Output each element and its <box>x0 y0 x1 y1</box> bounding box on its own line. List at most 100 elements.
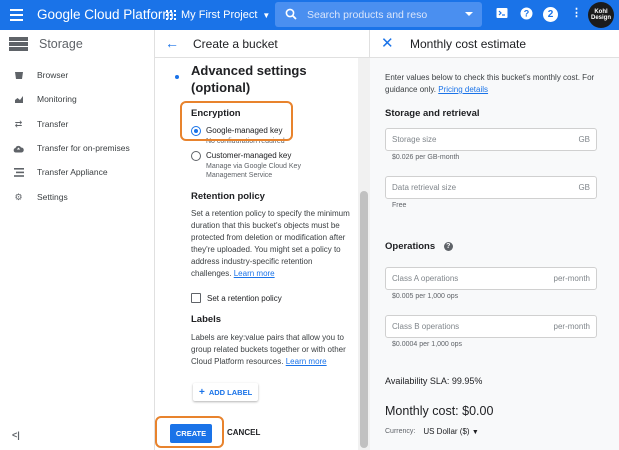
advanced-settings-title[interactable]: Advanced settings (optional) <box>191 62 307 96</box>
class-a-field[interactable]: per-month <box>385 267 597 290</box>
add-label-text: ADD LABEL <box>208 387 253 397</box>
labels-learn-more-link[interactable]: Learn more <box>286 357 327 366</box>
retention-policy-checkbox[interactable]: Set a retention policy <box>191 293 282 303</box>
pricing-details-link[interactable]: Pricing details <box>438 85 488 94</box>
sidebar-title: Storage <box>39 37 83 51</box>
scrollbar-thumb[interactable] <box>360 191 368 448</box>
close-icon[interactable]: ✕ <box>381 34 394 52</box>
back-arrow-icon[interactable]: ← <box>165 35 179 51</box>
currency-select[interactable]: US Dollar ($) ▼ <box>423 427 478 436</box>
sidebar: Storage Browser Monitoring ⇄ Transfer Tr… <box>0 30 155 450</box>
cost-estimate-panel: ✕ Monthly cost estimate Enter values bel… <box>370 30 619 450</box>
labels-description: Labels are key:value pairs that allow yo… <box>191 332 353 368</box>
collapse-sidebar-icon[interactable]: <| <box>12 430 20 440</box>
cost-intro-text: Enter values below to check this bucket'… <box>385 73 595 94</box>
notifications-badge[interactable]: 2 <box>543 7 558 22</box>
sidebar-item-transfer-on-premises[interactable]: Transfer for on-premises <box>0 137 155 159</box>
checkbox-unchecked-icon[interactable] <box>191 293 201 303</box>
create-highlight-box <box>155 416 224 448</box>
labels-title: Labels <box>191 314 222 325</box>
sidebar-item-label: Transfer <box>37 119 69 129</box>
sidebar-item-browser[interactable]: Browser <box>0 64 155 86</box>
radio-sub-label: Manage via Google Cloud Key Management S… <box>206 162 301 180</box>
search-dropdown-icon[interactable] <box>464 9 474 19</box>
operations-title: Operations ? <box>385 241 453 252</box>
unit-label: GB <box>578 135 590 144</box>
cost-intro: Enter values below to check this bucket'… <box>385 72 605 96</box>
cloud-shell-icon[interactable] <box>496 7 508 22</box>
availability-sla: Availability SLA: 99.95% <box>385 376 483 386</box>
storage-logo-icon <box>9 37 28 51</box>
bucket-icon <box>0 70 37 80</box>
search-input[interactable] <box>307 6 437 23</box>
help-icon[interactable]: ? <box>443 241 453 251</box>
avatar[interactable]: Kohl Design <box>588 2 614 28</box>
cost-panel-title: Monthly cost estimate <box>410 37 527 51</box>
retention-policy-description: Set a retention policy to specify the mi… <box>191 208 353 280</box>
radio-customer-managed-key[interactable]: Customer-managed key <box>191 151 291 161</box>
encryption-highlight-box <box>180 101 293 141</box>
retention-policy-title: Retention policy <box>191 191 265 202</box>
search-icon <box>285 8 297 20</box>
avatar-text: Kohl Design <box>590 9 611 21</box>
panel-scrollbar[interactable] <box>358 58 370 450</box>
cost-estimate-body: Enter values below to check this bucket'… <box>370 58 619 450</box>
app-title[interactable]: Google Cloud Platform <box>37 7 174 22</box>
sidebar-header: Storage <box>0 30 154 58</box>
class-b-input[interactable] <box>392 322 512 331</box>
retention-learn-more-link[interactable]: Learn more <box>234 269 275 278</box>
advanced-title-line: (optional) <box>191 80 251 95</box>
more-vert-icon[interactable]: ⋮ <box>571 6 582 19</box>
storage-size-field[interactable]: GB <box>385 128 597 151</box>
project-dots-icon <box>166 10 176 20</box>
create-bucket-panel: ← Create a bucket Advanced settings (opt… <box>155 30 370 450</box>
sidebar-item-label: Browser <box>37 70 69 80</box>
advanced-title-line: Advanced settings <box>191 63 307 78</box>
storage-size-input[interactable] <box>392 135 512 144</box>
storage-price-hint: $0.026 per GB-month <box>392 154 460 161</box>
class-a-price-hint: $0.005 per 1,000 ops <box>392 293 459 300</box>
monthly-cost-total: Monthly cost: $0.00 <box>385 404 494 418</box>
panel-title: Create a bucket <box>193 37 278 51</box>
project-selector[interactable]: My First Project ▼ <box>166 6 270 24</box>
cancel-button[interactable]: CANCEL <box>227 428 260 437</box>
radio-sub-line: Management Service <box>206 172 273 179</box>
storage-retrieval-title: Storage and retrieval <box>385 108 480 119</box>
hamburger-menu-icon[interactable] <box>8 6 26 24</box>
currency-value: US Dollar ($) <box>423 427 470 436</box>
radio-unselected-icon[interactable] <box>191 151 201 161</box>
retrieval-size-field[interactable]: GB <box>385 176 597 199</box>
top-app-bar: Google Cloud Platform My First Project ▼… <box>0 0 619 30</box>
step-indicator-dot <box>175 75 179 79</box>
currency-row: Currency: US Dollar ($) ▼ <box>385 427 479 436</box>
sidebar-item-monitoring[interactable]: Monitoring <box>0 88 155 110</box>
unit-label: per-month <box>553 322 590 331</box>
retrieval-price-hint: Free <box>392 202 407 209</box>
help-icon[interactable]: ? <box>520 7 533 23</box>
sidebar-item-label: Transfer for on-premises <box>37 143 130 153</box>
add-label-button[interactable]: + ADD LABEL <box>193 383 259 401</box>
retrieval-size-input[interactable] <box>392 183 512 192</box>
class-a-input[interactable] <box>392 274 512 283</box>
unit-label: GB <box>578 183 590 192</box>
radio-label: Customer-managed key <box>206 151 292 160</box>
cost-estimate-header: ✕ Monthly cost estimate <box>370 30 619 58</box>
currency-label: Currency: <box>385 428 416 435</box>
checkbox-label: Set a retention policy <box>207 293 282 303</box>
transfer-arrows-icon: ⇄ <box>14 118 23 129</box>
sidebar-item-label: Monitoring <box>37 94 77 104</box>
project-name: My First Project <box>181 9 258 21</box>
class-b-field[interactable]: per-month <box>385 315 597 338</box>
radio-sub-line: Manage via Google Cloud Key <box>206 163 301 170</box>
sidebar-item-settings[interactable]: ⚙ Settings <box>0 186 155 208</box>
search-bar[interactable] <box>275 2 482 27</box>
plus-icon: + <box>199 386 205 398</box>
sidebar-item-label: Settings <box>37 192 68 202</box>
operations-title-text: Operations <box>385 241 436 252</box>
sidebar-item-transfer[interactable]: ⇄ Transfer <box>0 113 155 135</box>
create-bucket-header: ← Create a bucket <box>155 30 370 58</box>
chart-icon <box>0 94 37 104</box>
unit-label: per-month <box>553 274 590 283</box>
chevron-down-icon: ▼ <box>471 429 479 436</box>
sidebar-item-transfer-appliance[interactable]: Transfer Appliance <box>0 161 155 183</box>
